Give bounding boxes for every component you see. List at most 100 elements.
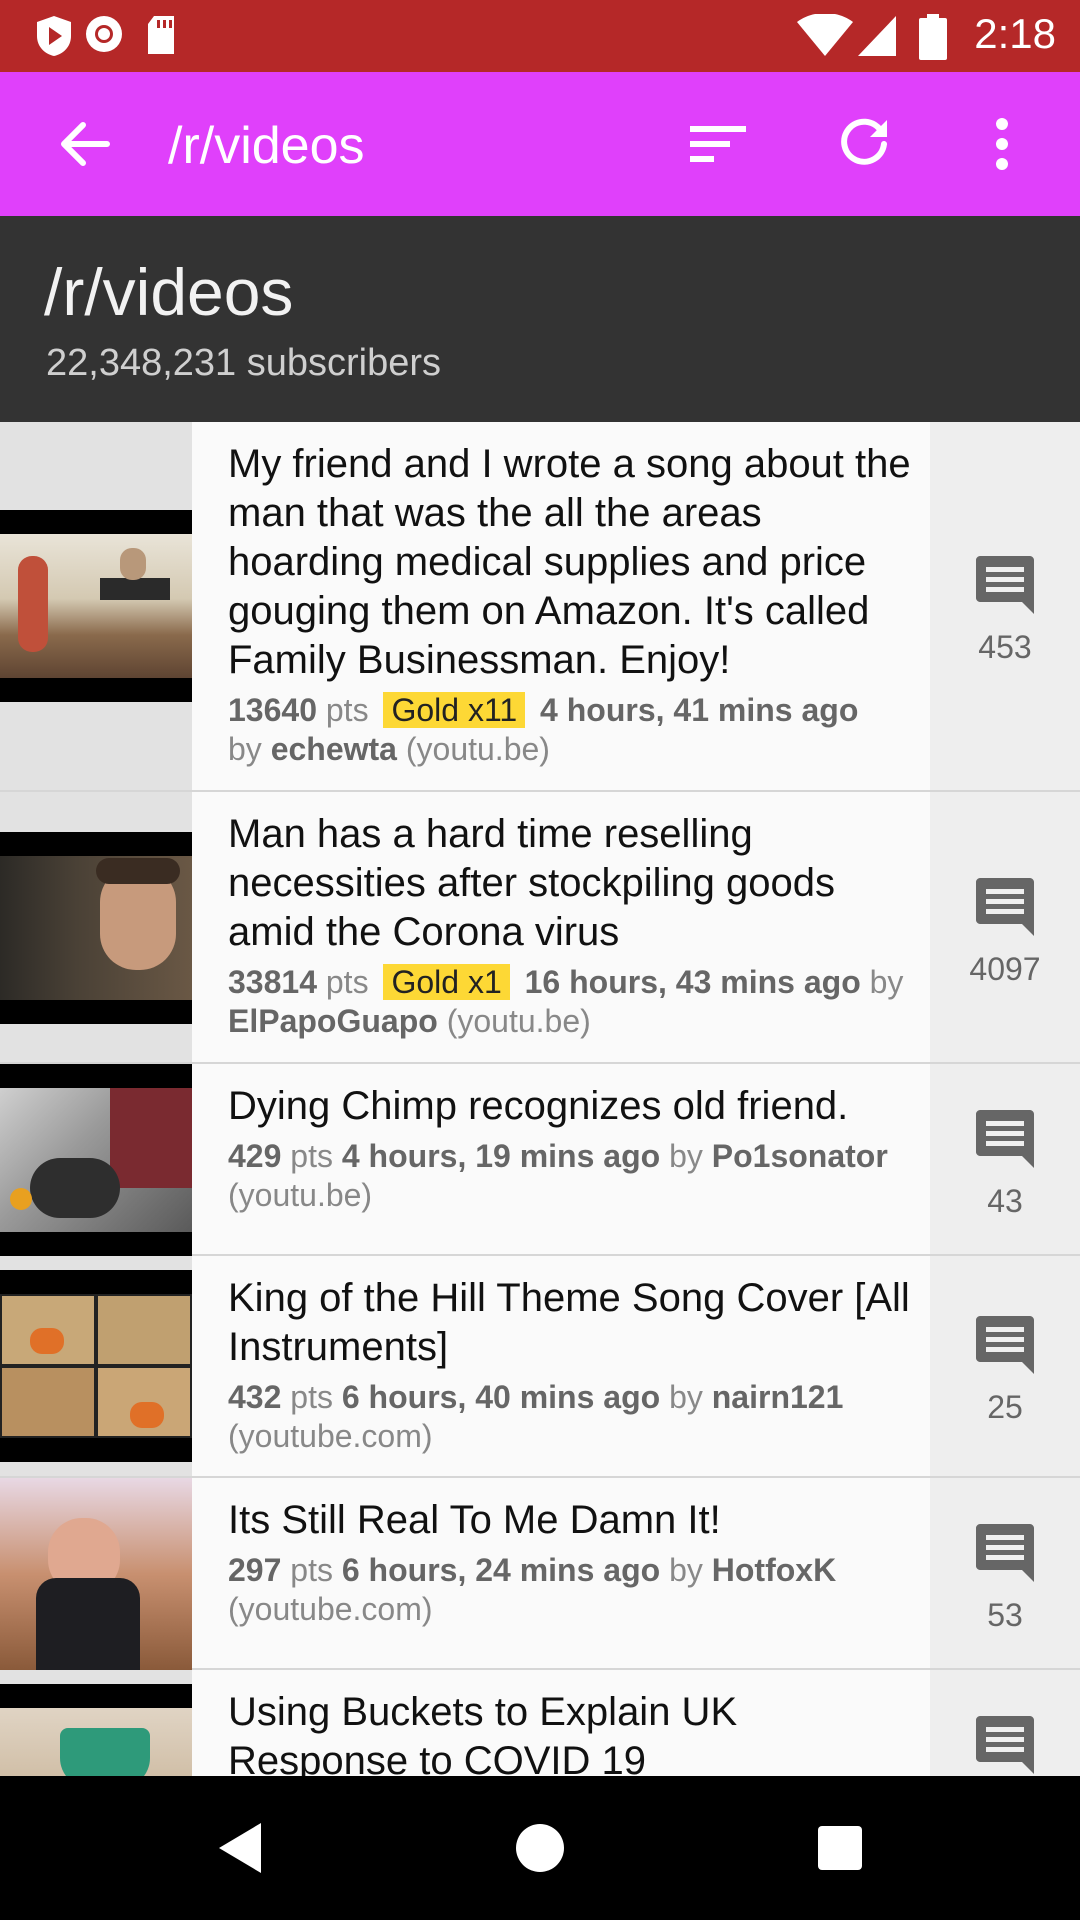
post-row[interactable]: King of the Hill Theme Song Cover [All I… [0,1256,1080,1478]
sort-button[interactable] [682,108,754,180]
refresh-button[interactable] [828,108,900,180]
signal-icon [858,16,896,56]
post-author[interactable]: HotfoxK [712,1552,836,1588]
comments-button[interactable]: 453 [930,554,1080,666]
comment-count: 453 [978,629,1032,665]
post-author[interactable]: ElPapoGuapo [228,1003,438,1039]
sd-card-icon [148,16,174,54]
comment-icon [976,1524,1034,1582]
comments-button[interactable]: 53 [930,1522,1080,1634]
comments-column: 4097 [930,792,1080,1062]
post-points: 429 [228,1138,282,1174]
post-thumbnail[interactable] [0,832,192,1024]
post-row[interactable]: Dying Chimp recognizes old friend. 429 p… [0,1064,1080,1256]
thumbnail-column [0,1670,192,1776]
comments-button[interactable] [930,1714,1080,1776]
more-options-button[interactable] [966,108,1038,180]
comment-count: 43 [987,1183,1023,1219]
shield-play-icon [37,16,71,56]
subreddit-header: /r/videos 22,348,231 subscribers [0,216,1080,422]
post-title[interactable]: Dying Chimp recognizes old friend. [228,1082,918,1131]
post-thumbnail[interactable] [0,1064,192,1256]
comments-column: 53 [930,1478,1080,1668]
refresh-icon [841,118,887,165]
post-meta: 33814 pts Gold x1 16 hours, 43 mins ago … [228,963,918,1041]
post-title[interactable]: Man has a hard time reselling necessitie… [228,810,918,957]
sort-icon [690,126,746,162]
post-title[interactable]: Using Buckets to Explain UK Response to … [228,1688,918,1776]
comments-button[interactable]: 4097 [930,876,1080,988]
post-title[interactable]: King of the Hill Theme Song Cover [All I… [228,1274,918,1372]
gold-badge: Gold x11 [383,692,526,728]
nav-back-icon [219,1823,261,1873]
post-content[interactable]: My friend and I wrote a song about the m… [228,440,918,769]
comments-column [930,1670,1080,1776]
back-button[interactable] [48,108,120,180]
post-content[interactable]: Using Buckets to Explain UK Response to … [228,1688,918,1776]
pts-label: pts [290,1552,333,1588]
comment-icon [976,556,1034,614]
subreddit-name: /r/videos [44,255,294,329]
post-age: 4 hours, 19 mins ago [341,1138,661,1174]
clock: 2:18 [974,10,1056,57]
toolbar-title: /r/videos [168,117,365,175]
record-icon [86,16,122,52]
comment-icon [976,878,1034,936]
post-title[interactable]: Its Still Real To Me Damn It! [228,1496,918,1545]
thumbnail-column [0,792,192,1062]
post-author[interactable]: nairn121 [712,1379,844,1415]
pts-label: pts [290,1379,333,1415]
post-points: 432 [228,1379,282,1415]
post-row[interactable]: My friend and I wrote a song about the m… [0,422,1080,792]
thumbnail-column [0,1064,192,1256]
post-thumbnail[interactable] [0,1684,192,1776]
post-thumbnail[interactable] [0,1478,192,1670]
post-domain: (youtu.be) [405,731,550,767]
post-thumbnail[interactable] [0,1270,192,1462]
nav-back-button[interactable] [204,1812,276,1884]
wifi-icon [797,14,853,56]
post-points: 33814 [228,964,317,1000]
thumbnail-column [0,1256,192,1476]
post-meta: 297 pts 6 hours, 24 mins ago by HotfoxK … [228,1551,918,1629]
comments-button[interactable]: 25 [930,1314,1080,1426]
pts-label: pts [325,964,369,1000]
more-vert-icon [996,118,1008,170]
pts-label: pts [325,692,369,728]
nav-home-button[interactable] [504,1812,576,1884]
post-content[interactable]: Man has a hard time reselling necessitie… [228,810,918,1041]
post-content[interactable]: Dying Chimp recognizes old friend. 429 p… [228,1082,918,1215]
post-author[interactable]: Po1sonator [712,1138,888,1174]
post-thumbnail[interactable] [0,510,192,702]
status-bar: 2:18 [0,0,1080,72]
post-content[interactable]: Its Still Real To Me Damn It! 297 pts 6 … [228,1496,918,1629]
post-domain: (youtube.com) [228,1591,433,1627]
comments-column: 453 [930,422,1080,790]
nav-recents-button[interactable] [804,1812,876,1884]
post-age: 16 hours, 43 mins ago [524,964,861,1000]
nav-home-icon [516,1824,564,1872]
pts-label: pts [290,1138,333,1174]
back-arrow-icon [61,122,110,166]
post-points: 297 [228,1552,282,1588]
comments-button[interactable]: 43 [930,1108,1080,1220]
post-content[interactable]: King of the Hill Theme Song Cover [All I… [228,1274,918,1456]
post-domain: (youtu.be) [228,1177,373,1213]
post-domain: (youtube.com) [228,1418,433,1454]
post-title[interactable]: My friend and I wrote a song about the m… [228,440,918,685]
post-age: 6 hours, 40 mins ago [341,1379,661,1415]
post-row[interactable]: Using Buckets to Explain UK Response to … [0,1670,1080,1776]
thumbnail-column [0,1478,192,1670]
comment-icon [976,1316,1034,1374]
app-bar: /r/videos [0,72,1080,216]
comment-count: 4097 [969,951,1041,987]
comments-column: 25 [930,1256,1080,1476]
post-age: 4 hours, 41 mins ago [540,692,859,728]
by-label: by [669,1138,703,1174]
post-list[interactable]: My friend and I wrote a song about the m… [0,422,1080,1776]
post-row[interactable]: Its Still Real To Me Damn It! 297 pts 6 … [0,1478,1080,1670]
post-author[interactable]: echewta [271,731,397,767]
nav-recents-icon [818,1826,862,1870]
post-row[interactable]: Man has a hard time reselling necessitie… [0,792,1080,1064]
thumbnail-column [0,422,192,790]
